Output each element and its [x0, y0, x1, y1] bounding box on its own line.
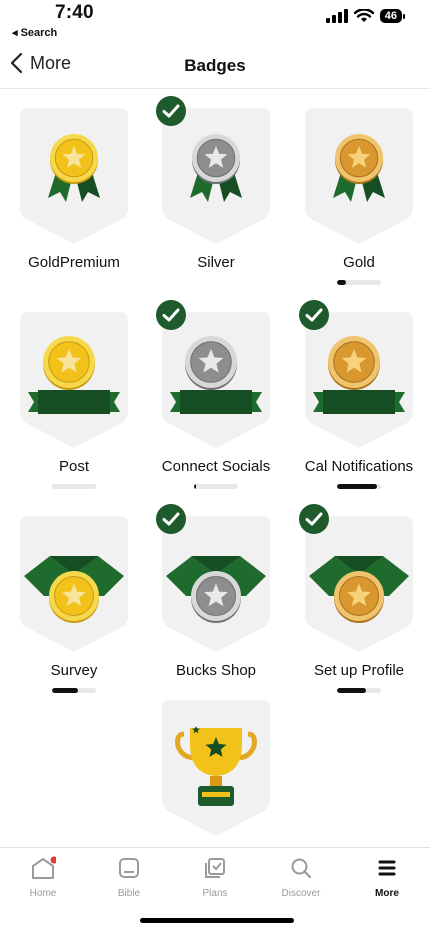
banner-ribbon-icon [28, 390, 120, 414]
status-bar: 7:40 ◂ Search 46 [0, 0, 430, 44]
badge-progress-bar [52, 688, 96, 693]
badge-progress-fill [52, 688, 79, 693]
silver-medal-icon [191, 571, 241, 623]
tab-label: Plans [202, 888, 228, 899]
checkmark-badge-icon [156, 96, 186, 126]
checkmark-badge-icon [299, 300, 329, 330]
badge-progress-fill [337, 280, 346, 285]
badge-shield-icon [305, 516, 413, 652]
gold-medal-icon [49, 571, 99, 623]
checkmark-badge-icon [156, 300, 186, 330]
badge-shield-icon [162, 516, 270, 652]
badge-label: Connect Socials [161, 458, 271, 475]
badge-progress-bar [337, 484, 381, 489]
tab-bible[interactable]: Bible [86, 856, 172, 899]
badge-progress-bar [337, 280, 381, 285]
badge-progress-bar [337, 688, 381, 693]
plans-icon [205, 858, 225, 878]
gold-medal-icon [50, 134, 98, 184]
tab-label: Discover [281, 888, 321, 899]
checkmark-badge-icon [299, 504, 329, 534]
gold-medal-icon [43, 336, 95, 390]
badge-label: Gold [343, 254, 375, 271]
silver-medal-icon [192, 134, 240, 184]
badge-label: Silver [197, 254, 235, 271]
badge-progress-fill [337, 484, 377, 489]
discover-icon [291, 858, 312, 879]
bronze-medal-icon [335, 134, 383, 184]
home-icon [32, 856, 58, 879]
badge-progress-bar [52, 484, 96, 489]
banner-ribbon-icon [170, 390, 262, 414]
badge-label: Survey [50, 662, 98, 679]
tab-home[interactable]: Home [0, 856, 86, 899]
checkmark-badge-icon [156, 504, 186, 534]
badge-shield-icon [162, 108, 270, 244]
bronze-medal-icon [328, 336, 380, 390]
back-to-app-link[interactable]: ◂ Search [12, 26, 57, 39]
bronze-medal-icon [334, 571, 384, 623]
badge-shield-icon [20, 516, 128, 652]
tab-plans[interactable]: Plans [172, 856, 258, 899]
notification-dot [50, 856, 58, 864]
badge-label: GoldPremium [28, 254, 120, 271]
badge-shield-icon [305, 108, 413, 244]
badge-shield-icon [20, 108, 128, 244]
home-indicator [140, 918, 294, 923]
page-title: Badges [184, 56, 246, 75]
badge-label: Cal Notifications [304, 458, 414, 475]
badge-progress-fill [194, 484, 197, 489]
wifi-icon [353, 9, 374, 22]
badge-shield-icon [162, 312, 270, 448]
tab-label: More [375, 888, 399, 899]
tab-label: Bible [117, 888, 141, 899]
badge-label: Post [58, 458, 89, 475]
menu-icon [378, 860, 396, 876]
badge-shield-icon [162, 700, 270, 836]
tab-label: Home [29, 888, 57, 899]
bible-icon [119, 858, 139, 878]
status-icons: 46 [325, 9, 406, 23]
tab-discover[interactable]: Discover [258, 856, 344, 899]
badge-progress-fill [337, 688, 366, 693]
badge-shield-icon [305, 312, 413, 448]
battery-indicator: 46 [379, 9, 406, 23]
nav-header: More Badges [0, 44, 430, 89]
silver-medal-icon [185, 336, 237, 390]
tab-more[interactable]: More [344, 856, 430, 899]
banner-ribbon-icon [313, 390, 405, 414]
badge-shield-icon [20, 312, 128, 448]
badge-label: Bucks Shop [175, 662, 257, 679]
badge-progress-bar [194, 484, 238, 489]
signal-icon [325, 9, 348, 23]
badge-label: Set up Profile [313, 662, 405, 679]
status-time: 7:40 [55, 2, 94, 23]
